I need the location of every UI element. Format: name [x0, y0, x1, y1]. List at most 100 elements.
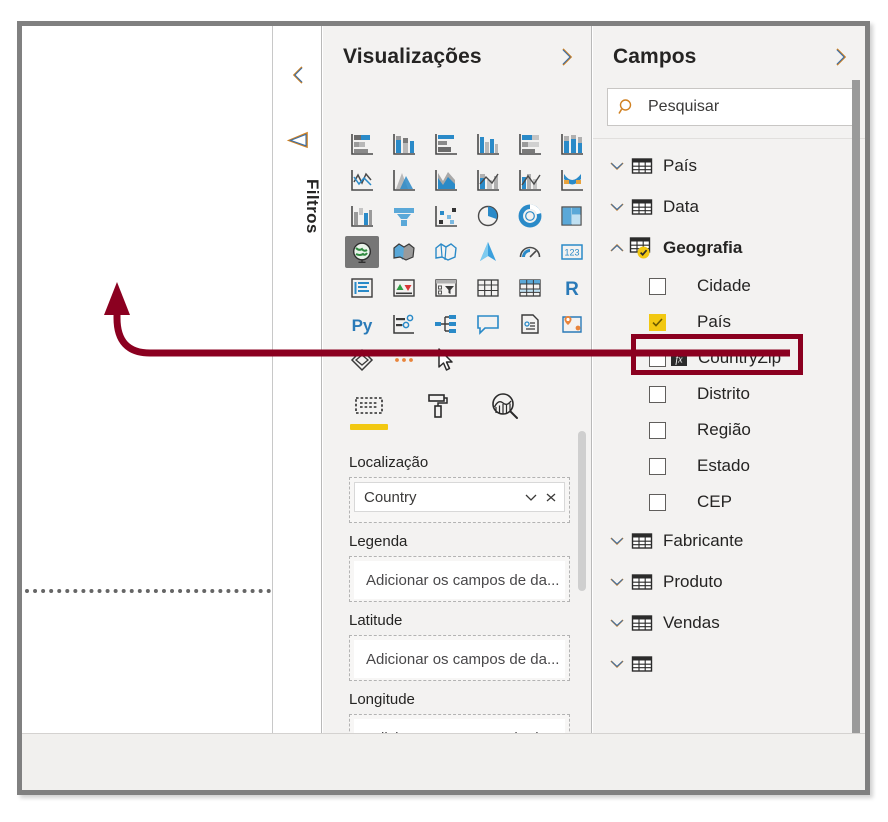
100-stacked-bar-chart-icon[interactable] [513, 128, 547, 160]
funnel-icon[interactable] [274, 126, 322, 154]
field-checkbox[interactable] [649, 457, 666, 475]
search-input[interactable]: Pesquisar [607, 88, 853, 126]
visualizations-title: Visualizações [343, 45, 482, 68]
shape-map-icon[interactable] [429, 236, 463, 268]
svg-text:fx: fx [675, 354, 683, 365]
field-checkbox[interactable] [649, 385, 666, 403]
status-footer-bar [22, 733, 865, 790]
line-clustered-column-chart-icon[interactable] [513, 164, 547, 196]
visualization-type-grid[interactable]: 123 R Py [323, 88, 591, 380]
field-checkbox[interactable] [649, 349, 666, 367]
python-visual-icon[interactable]: Py [345, 308, 379, 340]
decomposition-tree-icon[interactable] [429, 308, 463, 340]
format-tab[interactable] [417, 386, 457, 426]
stacked-column-chart-icon[interactable] [387, 128, 421, 160]
field-row-pais[interactable]: País [593, 304, 865, 340]
key-influencers-icon[interactable] [387, 308, 421, 340]
stacked-area-chart-icon[interactable] [429, 164, 463, 196]
analytics-tab[interactable] [485, 386, 525, 426]
chevron-down-icon[interactable] [607, 534, 627, 548]
screenshot-root: Filtros Visualizações 123 R Py Localizaç… [0, 0, 888, 822]
field-row-cep[interactable]: CEP [593, 484, 865, 520]
field-name: CountryZip [698, 348, 782, 367]
field-chip-country[interactable]: Country [354, 482, 565, 512]
filters-collapse-button[interactable] [274, 62, 322, 88]
r-script-visual-icon[interactable]: R [555, 272, 589, 304]
slicer-icon[interactable] [429, 272, 463, 304]
field-row-estado[interactable]: Estado [593, 448, 865, 484]
treemap-icon[interactable] [555, 200, 589, 232]
close-icon[interactable] [544, 491, 558, 503]
table-row-sentimento[interactable] [593, 643, 865, 684]
table-row-geografia[interactable]: Geografia [593, 227, 865, 268]
visualization-pane-tabs[interactable] [323, 384, 591, 430]
field-row-cidade[interactable]: Cidade [593, 268, 865, 304]
power-apps-icon[interactable] [555, 308, 589, 340]
line-stacked-column-chart-icon[interactable] [471, 164, 505, 196]
field-checkbox[interactable] [649, 493, 666, 511]
chevron-right-icon [836, 48, 847, 66]
scatter-chart-icon[interactable] [429, 200, 463, 232]
well-box-legenda[interactable]: Adicionar os campos de da... [349, 556, 570, 602]
clustered-column-chart-icon[interactable] [471, 128, 505, 160]
funnel-chart-icon[interactable] [387, 200, 421, 232]
table-name: Produto [663, 571, 723, 591]
paginated-report-icon[interactable] [345, 344, 379, 376]
table-row-data[interactable]: Data [593, 186, 865, 227]
well-box-latitude[interactable]: Adicionar os campos de da... [349, 635, 570, 681]
filters-pane[interactable]: Filtros [274, 26, 322, 743]
chevron-down-icon[interactable] [523, 491, 539, 503]
gauge-icon[interactable] [513, 236, 547, 268]
area-chart-icon[interactable] [387, 164, 421, 196]
field-checkbox[interactable] [649, 421, 666, 439]
field-checkbox[interactable] [649, 277, 666, 295]
map-icon[interactable] [345, 236, 379, 268]
chevron-down-icon[interactable] [607, 159, 627, 173]
chevron-down-icon[interactable] [607, 657, 627, 671]
fields-tab[interactable] [349, 386, 389, 430]
multi-row-card-icon[interactable] [345, 272, 379, 304]
chevron-down-icon[interactable] [607, 200, 627, 214]
field-row-distrito[interactable]: Distrito [593, 376, 865, 412]
fields-pane: Campos Pesquisar País Data Geografia Cid… [593, 26, 865, 743]
stacked-bar-chart-icon[interactable] [345, 128, 379, 160]
table-row-pais[interactable]: País [593, 145, 865, 186]
ribbon-chart-icon[interactable] [555, 164, 589, 196]
well-box-localizacao[interactable]: Country [349, 477, 570, 523]
table-name: Geografia [663, 237, 743, 257]
visualizations-wells-scrollbar[interactable] [578, 431, 586, 591]
field-row-countryzip[interactable]: fx CountryZip [593, 340, 865, 376]
table-row-vendas[interactable]: Vendas [593, 602, 865, 643]
pie-chart-icon[interactable] [471, 200, 505, 232]
arcgis-map-icon[interactable] [471, 236, 505, 268]
field-row-regiao[interactable]: Região [593, 412, 865, 448]
line-chart-icon[interactable] [345, 164, 379, 196]
q-and-a-icon[interactable] [471, 308, 505, 340]
chevron-up-icon[interactable] [607, 241, 627, 255]
matrix-icon[interactable] [513, 272, 547, 304]
table-row-fabricante[interactable]: Fabricante [593, 520, 865, 561]
clustered-bar-chart-icon[interactable] [429, 128, 463, 160]
100-stacked-column-chart-icon[interactable] [555, 128, 589, 160]
search-icon [618, 99, 632, 114]
fields-title: Campos [613, 45, 697, 68]
more-options-icon[interactable] [387, 344, 421, 376]
smart-narrative-icon[interactable] [513, 308, 547, 340]
field-name: Distrito [697, 384, 750, 403]
card-icon[interactable]: 123 [555, 236, 589, 268]
donut-chart-icon[interactable] [513, 200, 547, 232]
waterfall-chart-icon[interactable] [345, 200, 379, 232]
chevron-down-icon[interactable] [607, 575, 627, 589]
fields-expand-button[interactable] [833, 46, 849, 68]
chevron-down-icon[interactable] [607, 616, 627, 630]
report-canvas[interactable] [22, 26, 273, 743]
filled-map-icon[interactable] [387, 236, 421, 268]
fields-search-wrapper: Pesquisar [593, 88, 865, 126]
table-row-produto[interactable]: Produto [593, 561, 865, 602]
field-checkbox[interactable] [649, 313, 666, 331]
fields-pane-scrollbar[interactable] [852, 80, 860, 735]
fields-pane-icon [355, 397, 383, 414]
table-icon[interactable] [471, 272, 505, 304]
visualizations-expand-button[interactable] [559, 46, 575, 68]
kpi-icon[interactable] [387, 272, 421, 304]
